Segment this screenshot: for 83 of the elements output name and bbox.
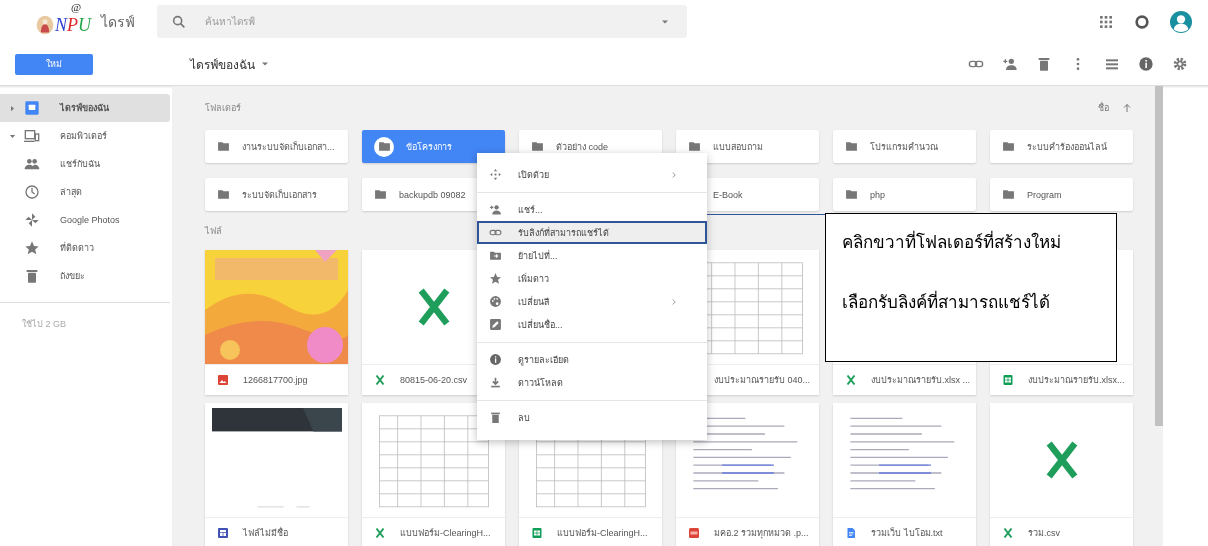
star-icon bbox=[24, 240, 40, 256]
folder-icon bbox=[217, 140, 230, 153]
drive-icon bbox=[24, 100, 40, 116]
trash-icon bbox=[24, 268, 40, 284]
sidebar-item[interactable]: แชร์กับฉัน bbox=[0, 150, 170, 178]
file-card[interactable]: รวม.csv bbox=[990, 403, 1133, 546]
clock-icon bbox=[24, 184, 40, 200]
folder-card[interactable]: Program bbox=[990, 178, 1133, 211]
callout-text: เลือกรับลิงค์ที่สามารถแชร์ได้ bbox=[842, 290, 1116, 316]
folder-arrow-icon bbox=[489, 249, 502, 262]
info-icon bbox=[489, 353, 502, 366]
folder-icon bbox=[1002, 188, 1015, 201]
file-card[interactable]: แบบฟอร์ม-ClearingH... bbox=[362, 403, 505, 546]
sheet-icon bbox=[1002, 374, 1014, 387]
folder-card[interactable]: งานระบบจัดเก็บเอกสา... bbox=[205, 130, 348, 163]
callout-text: คลิกขวาที่โฟลเดอร์ที่สร้างใหม่ bbox=[842, 230, 1116, 256]
pdf-icon bbox=[688, 527, 700, 540]
search-input[interactable]: ค้นหาไดรฟ์ bbox=[203, 15, 643, 28]
file-card[interactable]: รวมเว็บ ไบโอม.txt bbox=[833, 403, 976, 546]
pencil-icon bbox=[489, 318, 502, 331]
list-view-icon[interactable] bbox=[1104, 56, 1120, 72]
form-icon bbox=[217, 527, 229, 540]
folder-icon bbox=[377, 140, 391, 153]
sidebar-item[interactable]: Google Photos bbox=[0, 206, 170, 234]
menu-item[interactable]: รับลิงก์ที่สามารถแชร์ได้ bbox=[477, 221, 707, 244]
settings-icon[interactable] bbox=[1172, 56, 1188, 72]
app-name: ไดรฟ์ bbox=[101, 12, 135, 32]
arrows-icon bbox=[489, 168, 502, 181]
sidebar-item[interactable]: ไดรฟ์ของฉัน bbox=[0, 94, 170, 122]
folder-icon bbox=[1002, 140, 1015, 153]
pinwheel-icon bbox=[24, 212, 40, 228]
trash-icon[interactable] bbox=[1036, 56, 1052, 72]
folder-icon bbox=[845, 140, 858, 153]
folder-card[interactable]: ระบบจัดเก็บเอกสาร bbox=[205, 178, 348, 211]
folder-card[interactable]: แบบสอบถาม bbox=[676, 130, 819, 163]
apps-grid-icon[interactable] bbox=[1098, 13, 1114, 30]
expand-arrow-icon[interactable] bbox=[8, 103, 17, 113]
sort-button[interactable]: ชื่อ bbox=[1098, 101, 1109, 115]
x-mark-icon bbox=[845, 374, 857, 387]
folder-icon bbox=[217, 188, 230, 201]
info-icon[interactable] bbox=[1138, 56, 1154, 72]
ring-icon[interactable] bbox=[1134, 13, 1150, 30]
star-icon bbox=[489, 272, 502, 285]
file-card[interactable]: มคอ.2 รวมทุกหมวด .p... bbox=[676, 403, 819, 546]
folder-card[interactable]: ระบบคำร้องออนไลน์ bbox=[990, 130, 1133, 163]
x-mark-icon bbox=[374, 527, 386, 540]
sidebar-item[interactable]: ถังขยะ bbox=[0, 262, 170, 290]
section-title: ไฟล์ bbox=[205, 224, 222, 238]
x-mark-icon bbox=[374, 374, 386, 387]
sidebar-item[interactable]: คอมพิวเตอร์ bbox=[0, 122, 170, 150]
breadcrumb[interactable]: ไดรฟ์ของฉัน bbox=[190, 54, 255, 74]
logo-at-sign: @ bbox=[71, 1, 82, 13]
avatar-icon[interactable] bbox=[1170, 10, 1192, 33]
trash-icon bbox=[489, 411, 502, 424]
folder-card[interactable]: โปรแกรมคำนวณ bbox=[833, 130, 976, 163]
download-icon bbox=[489, 376, 502, 389]
sidebar-item[interactable]: ที่ติดดาว bbox=[0, 234, 170, 262]
add-person-icon bbox=[489, 203, 502, 216]
folder-icon bbox=[374, 188, 387, 201]
logo-letter: N bbox=[55, 15, 67, 36]
file-card[interactable]: 1266817700.jpg bbox=[205, 250, 348, 395]
sheet-icon bbox=[531, 527, 543, 540]
x-mark-icon bbox=[1002, 527, 1014, 540]
logo-letter: P bbox=[67, 15, 78, 36]
palette-icon bbox=[489, 295, 502, 308]
new-button[interactable]: ใหม่ bbox=[15, 53, 93, 75]
document-icon bbox=[845, 527, 857, 540]
search-icon[interactable] bbox=[171, 13, 187, 30]
seal-icon bbox=[35, 14, 55, 36]
file-card[interactable]: ไฟล์ไม่มีชื่อ bbox=[205, 403, 348, 546]
computer-icon bbox=[24, 128, 40, 144]
scrollbar[interactable] bbox=[1155, 86, 1163, 426]
storage-text: ใช้ไป 2 GB bbox=[22, 318, 67, 331]
section-title: โฟลเดอร์ bbox=[205, 102, 241, 115]
people-icon bbox=[24, 156, 40, 172]
add-person-icon[interactable] bbox=[1002, 56, 1018, 72]
folder-card[interactable]: php bbox=[833, 178, 976, 211]
image-file-icon bbox=[217, 374, 229, 387]
logo-letter: U bbox=[78, 15, 91, 36]
sidebar-item[interactable]: ล่าสุด bbox=[0, 178, 170, 206]
folder-card[interactable]: ข้อโครงการ bbox=[362, 130, 505, 163]
search-field[interactable]: ค้นหาไดรฟ์ bbox=[157, 5, 687, 38]
folder-icon bbox=[845, 188, 858, 201]
